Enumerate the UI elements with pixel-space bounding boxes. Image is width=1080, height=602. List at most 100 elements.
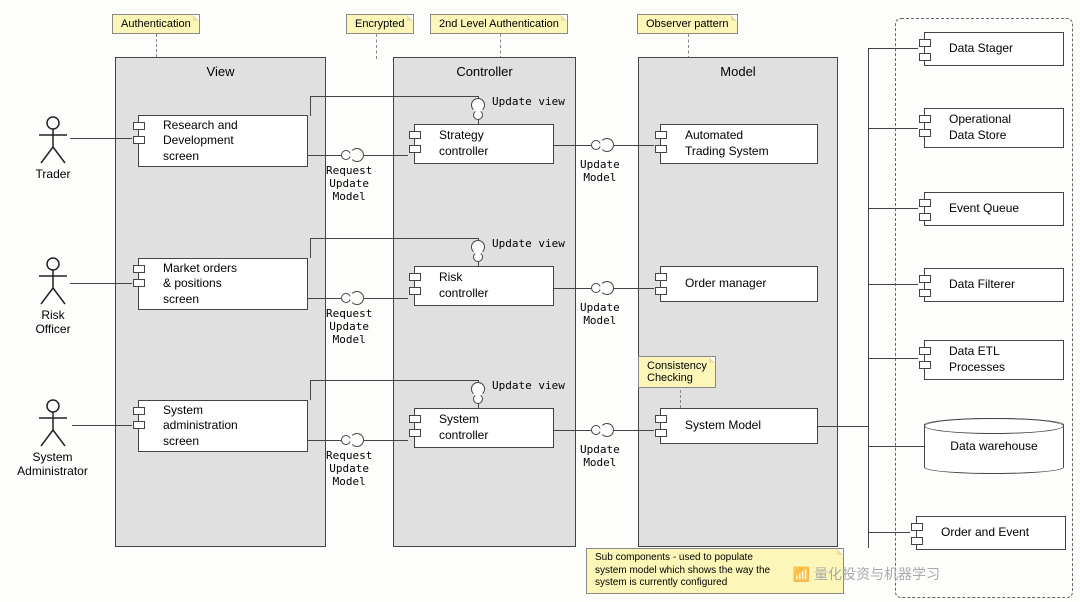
component-risk-controller: Risk controller bbox=[414, 266, 554, 306]
package-model-title: Model bbox=[639, 58, 837, 85]
uv3-top bbox=[310, 380, 478, 381]
component-system-model: System Model bbox=[660, 408, 818, 444]
note-encrypted: Encrypted bbox=[346, 14, 414, 34]
component-ats: Automated Trading System bbox=[660, 124, 818, 164]
line-to-filterer bbox=[868, 284, 918, 285]
note-line-2auth bbox=[500, 34, 501, 59]
conn-c2m2b bbox=[614, 288, 654, 289]
note-subcomponents-text: Sub components - used to populate system… bbox=[595, 552, 770, 588]
note-authentication-text: Authentication bbox=[121, 18, 191, 30]
line-to-stager bbox=[868, 48, 918, 49]
note-line-observer bbox=[688, 34, 689, 59]
label-uv3: Update view bbox=[492, 379, 565, 392]
component-mop-screen: Market orders & positions screen bbox=[138, 258, 308, 310]
label-req1: Request Update Model bbox=[326, 164, 372, 203]
socket-uv2 bbox=[471, 240, 485, 254]
conn-v3c3-req2 bbox=[364, 440, 408, 441]
component-system-label: System controller bbox=[439, 412, 488, 443]
component-sys-model-label: System Model bbox=[685, 418, 761, 434]
component-event-queue: Event Queue bbox=[924, 192, 1064, 226]
label-req2: Request Update Model bbox=[326, 307, 372, 346]
component-ats-label: Automated Trading System bbox=[685, 128, 769, 159]
uv2-down bbox=[310, 238, 311, 258]
line-sysmodel-right bbox=[818, 426, 868, 427]
actor-trader: Trader bbox=[8, 115, 98, 181]
label-um2: Update Model bbox=[580, 301, 620, 327]
socket-c1m1 bbox=[600, 138, 614, 152]
conn-v2c2-req bbox=[308, 298, 341, 299]
note-line-enc bbox=[376, 34, 377, 59]
component-order-manager: Order manager bbox=[660, 266, 818, 302]
watermark: 📶 量化投资与机器学习 bbox=[793, 564, 940, 584]
note-second-auth-text: 2nd Level Authentication bbox=[439, 18, 559, 30]
conn-c3m3b bbox=[614, 430, 654, 431]
right-container bbox=[895, 18, 1073, 598]
socket-v1c1 bbox=[350, 148, 364, 162]
cylinder-data-warehouse: Data warehouse bbox=[924, 418, 1064, 474]
component-rd-screen: Research and Development screen bbox=[138, 115, 308, 167]
component-order-event-label: Order and Event bbox=[941, 525, 1029, 541]
uv1-down bbox=[310, 96, 311, 116]
component-data-stager: Data Stager bbox=[924, 32, 1064, 66]
stick-figure-icon bbox=[33, 115, 73, 165]
conn-v3c3-req bbox=[308, 440, 341, 441]
watermark-text: 量化投资与机器学习 bbox=[814, 566, 940, 582]
line-admin-view bbox=[72, 425, 132, 426]
component-sysadmin-screen: System administration screen bbox=[138, 400, 308, 452]
actor-risk-officer-label: Risk Officer bbox=[8, 308, 98, 336]
note-consistency-text: Consistency Checking bbox=[647, 360, 707, 384]
package-controller-title: Controller bbox=[394, 58, 575, 85]
socket-v2c2 bbox=[350, 291, 364, 305]
label-uv2: Update view bbox=[492, 237, 565, 250]
conn-c1m1 bbox=[554, 145, 591, 146]
conn-v2c2-req2 bbox=[364, 298, 408, 299]
note-second-auth: 2nd Level Authentication bbox=[430, 14, 568, 34]
stick-figure-icon bbox=[33, 398, 73, 448]
line-to-eq bbox=[868, 208, 918, 209]
stick-figure-icon bbox=[33, 256, 73, 306]
label-um1: Update Model bbox=[580, 158, 620, 184]
uv3-down bbox=[310, 380, 311, 400]
component-strategy-controller: Strategy controller bbox=[414, 124, 554, 164]
uv1-top bbox=[310, 96, 478, 97]
line-to-ods bbox=[868, 128, 918, 129]
note-consistency: Consistency Checking bbox=[638, 356, 716, 388]
socket-c2m2 bbox=[600, 281, 614, 295]
component-order-mgr-label: Order manager bbox=[685, 276, 766, 292]
label-um3: Update Model bbox=[580, 443, 620, 469]
component-ods-label: Operational Data Store bbox=[949, 112, 1011, 143]
component-order-event: Order and Event bbox=[916, 516, 1066, 550]
note-observer: Observer pattern bbox=[637, 14, 738, 34]
note-line-consistency bbox=[680, 390, 681, 408]
actor-sys-admin-label: System Administrator bbox=[0, 450, 105, 478]
actor-trader-label: Trader bbox=[8, 167, 98, 181]
line-trader-view bbox=[70, 138, 132, 139]
socket-uv1 bbox=[471, 98, 485, 112]
warehouse-label: Data warehouse bbox=[950, 439, 1037, 453]
conn-c3m3 bbox=[554, 430, 591, 431]
component-strategy-label: Strategy controller bbox=[439, 128, 488, 159]
component-etl: Data ETL Processes bbox=[924, 340, 1064, 380]
component-data-stager-label: Data Stager bbox=[949, 41, 1013, 57]
note-encrypted-text: Encrypted bbox=[355, 18, 405, 30]
label-req3: Request Update Model bbox=[326, 449, 372, 488]
component-risk-label: Risk controller bbox=[439, 270, 488, 301]
actor-risk-officer: Risk Officer bbox=[8, 256, 98, 336]
component-data-filterer-label: Data Filterer bbox=[949, 277, 1015, 293]
component-mop-label: Market orders & positions screen bbox=[163, 261, 237, 308]
note-authentication: Authentication bbox=[112, 14, 200, 34]
label-uv1: Update view bbox=[492, 95, 565, 108]
conn-c2m2 bbox=[554, 288, 591, 289]
socket-v3c3 bbox=[350, 433, 364, 447]
component-system-controller: System controller bbox=[414, 408, 554, 448]
note-line-auth bbox=[156, 34, 157, 57]
component-event-queue-label: Event Queue bbox=[949, 201, 1019, 217]
line-to-etl bbox=[868, 358, 918, 359]
conn-v1c1-req bbox=[308, 155, 341, 156]
line-to-warehouse bbox=[868, 446, 924, 447]
line-risk-view bbox=[70, 283, 132, 284]
uv2-top bbox=[310, 238, 478, 239]
line-to-orderevent bbox=[868, 532, 910, 533]
socket-uv3 bbox=[471, 382, 485, 396]
component-ods: Operational Data Store bbox=[924, 108, 1064, 148]
